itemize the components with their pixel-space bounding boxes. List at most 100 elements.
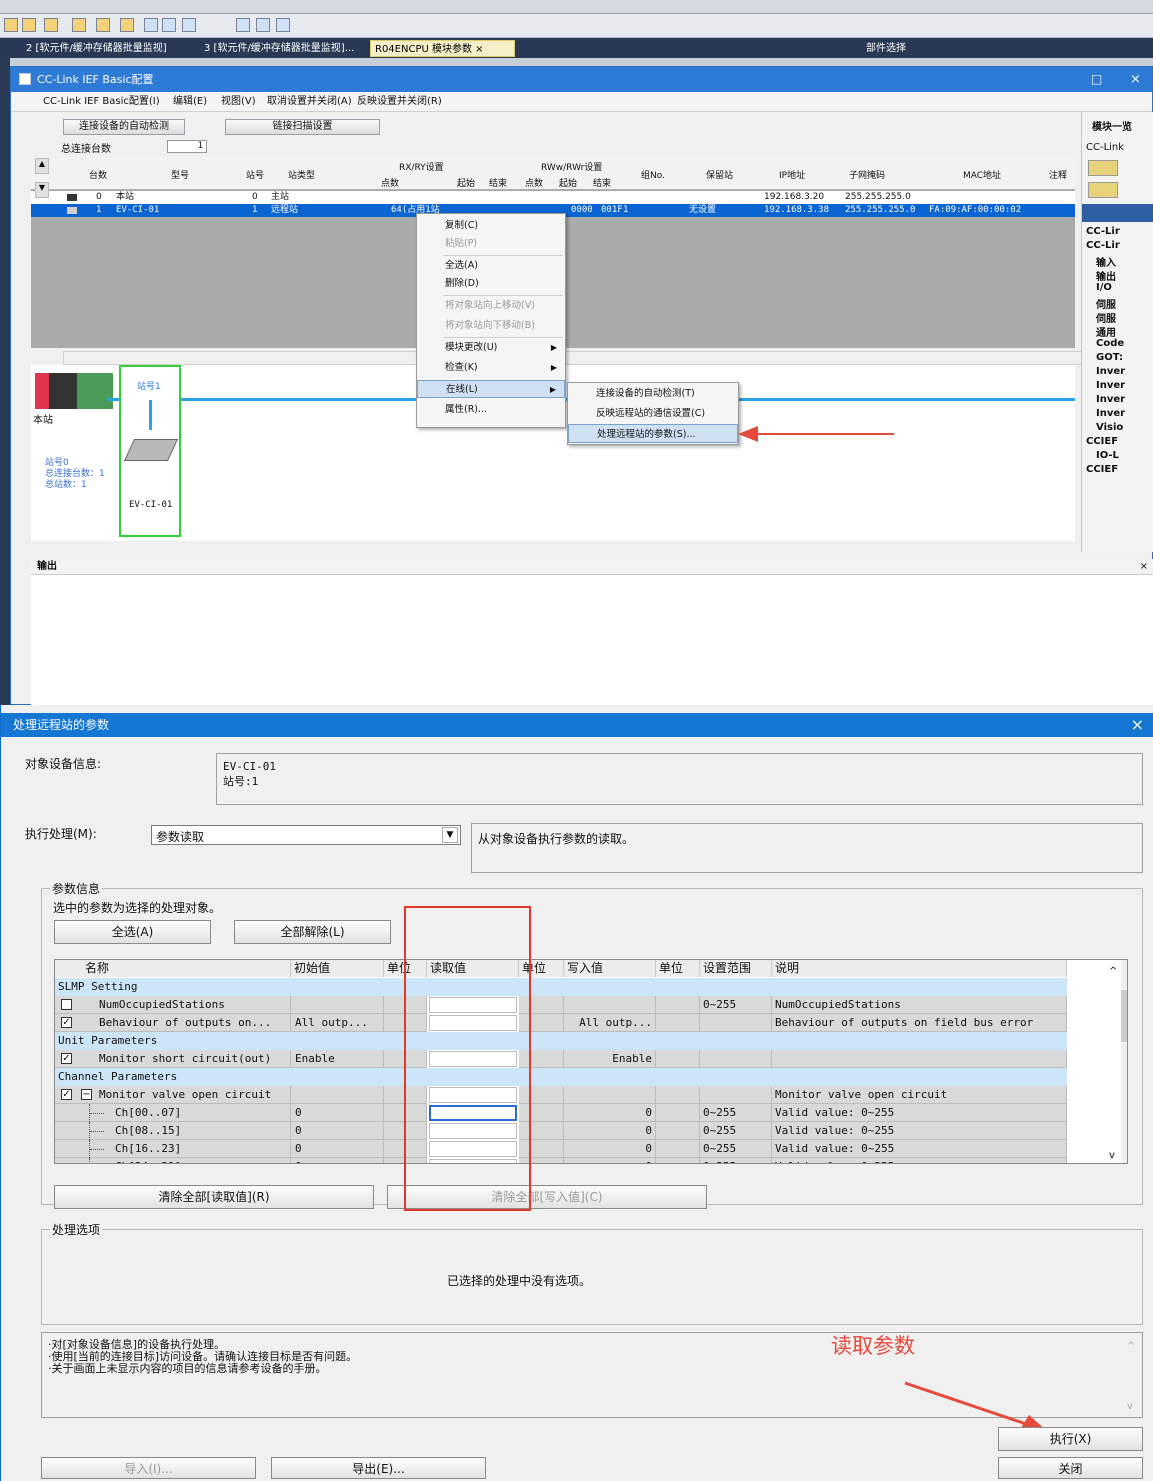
toolbar-icon[interactable] [236, 18, 250, 32]
deselect-all-button[interactable]: 全部解除(L) [234, 920, 391, 944]
table-row[interactable]: ✓ Behaviour of outputs on... All outp... Al… [55, 1014, 1067, 1032]
checkbox-checked[interactable]: ✓ [61, 1017, 72, 1028]
module-tree-item[interactable]: GOT: [1096, 352, 1123, 363]
dialog-close-icon[interactable]: × [1131, 713, 1144, 737]
scroll-up-icon[interactable]: ▲ [35, 158, 49, 174]
table-row[interactable]: Ch[24..31] 0 0 0~255 Valid value: 0~255 [55, 1158, 1067, 1163]
param-initial: 0 [295, 1124, 302, 1137]
toolbar-icon[interactable] [144, 18, 158, 32]
module-tree-item[interactable]: Visio [1096, 422, 1123, 433]
tab-module-parameter[interactable]: R04ENCPU 模块参数 × [370, 40, 515, 57]
module-tree-item[interactable]: Inver [1096, 408, 1125, 419]
chevron-down-icon[interactable]: ▼ [442, 827, 458, 843]
table-row[interactable]: Ch[16..23] 0 0 0~255 Valid value: 0~255 [55, 1140, 1067, 1158]
select-all-button[interactable]: 全选(A) [54, 920, 211, 944]
menu-apply-close[interactable]: 反映设置并关闭(R) [357, 92, 442, 112]
execute-button[interactable]: 执行(X) [998, 1427, 1143, 1451]
module-tree-item[interactable]: 通用 [1096, 324, 1116, 339]
menu-config[interactable]: CC-Link IEF Basic配置(I) [43, 92, 160, 112]
module-tree-item[interactable]: Inver [1096, 366, 1125, 377]
tree-collapse-icon[interactable]: − [81, 1089, 92, 1100]
scroll-down-icon[interactable]: ▼ [35, 182, 49, 198]
scroll-up-icon[interactable]: ^ [1127, 1341, 1135, 1352]
module-tree-item[interactable]: CC-Lir [1086, 240, 1120, 251]
module-tree-item[interactable]: 输出 [1096, 268, 1116, 283]
table-row[interactable]: ✓ Monitor short circuit(out) Enable Enable [55, 1050, 1067, 1068]
export-button[interactable]: 导出(E)... [271, 1457, 486, 1479]
horizontal-scrollbar[interactable] [63, 351, 1088, 365]
import-button[interactable]: 导入(I)... [41, 1457, 256, 1479]
link-scan-button[interactable]: 链接扫描设置 [225, 119, 380, 135]
sort-icon[interactable] [1088, 160, 1118, 176]
menu-item-module-change[interactable]: 模块更改(U) ▶ [417, 339, 565, 357]
module-tree-item[interactable]: CCIEF [1086, 436, 1118, 447]
checkbox-checked[interactable]: ✓ [61, 1089, 72, 1100]
module-tree-item[interactable]: 伺服 [1096, 296, 1116, 311]
tab-device-monitor-2[interactable]: 2 [软元件/缓冲存储器批量监视] [22, 40, 187, 57]
output-close-icon[interactable]: × [1140, 559, 1148, 575]
scroll-thumb[interactable] [1121, 990, 1127, 1042]
module-tree-item[interactable]: IO-L [1096, 450, 1119, 461]
auto-detect-button[interactable]: 连接设备的自动检测 [63, 119, 185, 135]
scroll-up-icon[interactable]: ^ [1109, 966, 1117, 977]
close-button[interactable]: 关闭 [998, 1457, 1143, 1479]
menu-edit[interactable]: 编辑(E) [173, 92, 207, 112]
toolbar-icon[interactable] [182, 18, 196, 32]
exec-process-select[interactable]: 参数读取 ▼ [151, 825, 461, 845]
module-tree-item[interactable]: CCIEF [1086, 464, 1118, 475]
table-row[interactable]: 0 本站 0 主站 192.168.3.20 255.255.255.0 [31, 191, 1075, 204]
table-scrollbar[interactable] [1121, 960, 1127, 1163]
module-tree-item[interactable]: 输入 [1096, 254, 1116, 269]
menu-view[interactable]: 视图(V) [221, 92, 256, 112]
module-tree-item[interactable]: CC-Lir [1086, 226, 1120, 237]
module-tree-item[interactable]: I/O [1096, 282, 1112, 293]
toolbar-icon[interactable] [44, 18, 58, 32]
toolbar-icon[interactable] [22, 18, 36, 32]
submenu-process-params[interactable]: 处理远程站的参数(S)... [568, 424, 738, 443]
scroll-down-icon[interactable]: v [1127, 1401, 1133, 1412]
module-tree-item[interactable]: Code [1096, 338, 1124, 349]
menu-cancel-close[interactable]: 取消设置并关闭(A) [267, 92, 352, 112]
menu-item-delete[interactable]: 删除(D) [417, 275, 565, 293]
menu-item-check[interactable]: 检查(K) ▶ [417, 359, 565, 377]
menu-item-copy[interactable]: 复制(C) [417, 217, 565, 235]
red-arrow-icon [738, 426, 894, 442]
menu-item-move-up[interactable]: 将对象站向上移动(V) [417, 297, 565, 315]
module-tree-item[interactable]: Inver [1096, 380, 1125, 391]
submenu-reflect-comm[interactable]: 反映远程站的通信设置(C) [568, 404, 738, 423]
menu-item-move-down[interactable]: 将对象站向下移动(B) [417, 317, 565, 335]
checkbox[interactable] [61, 999, 72, 1010]
tab-parts-selection[interactable]: 部件选择 [862, 40, 942, 57]
col-model: 型号 [171, 171, 190, 181]
table-row[interactable]: Ch[08..15] 0 0 0~255 Valid value: 0~255 [55, 1122, 1067, 1140]
module-tree-item[interactable]: Inver [1096, 394, 1125, 405]
maximize-button[interactable]: □ [1091, 67, 1102, 92]
station-1-box[interactable]: 站号1 EV-CI-01 [119, 365, 181, 537]
clear-read-button[interactable]: 清除全部[读取值](R) [54, 1185, 374, 1209]
menu-item-select-all[interactable]: 全选(A) [417, 257, 565, 275]
toolbar-icon[interactable] [120, 18, 134, 32]
module-list-tab[interactable]: CC-Link [1086, 142, 1124, 153]
close-button[interactable]: × [1130, 67, 1141, 92]
module-tree-item[interactable]: 伺服 [1096, 310, 1116, 325]
view-icon[interactable] [1088, 182, 1118, 198]
checkbox-checked[interactable]: ✓ [61, 1053, 72, 1064]
menu-item-properties[interactable]: 属性(R)... [417, 401, 565, 419]
tab-device-monitor-3[interactable]: 3 [软元件/缓冲存储器批量监视]... [200, 40, 360, 57]
scroll-down-icon[interactable]: v [1109, 1150, 1115, 1161]
toolbar-icon[interactable] [96, 18, 110, 32]
submenu-auto-detect[interactable]: 连接设备的自动检测(T) [568, 384, 738, 403]
table-row[interactable]: NumOccupiedStations 0~255 NumOccupiedStati… [55, 996, 1067, 1014]
menu-item-online[interactable]: 在线(L) ▶ [417, 380, 565, 398]
toolbar-icon[interactable] [72, 18, 86, 32]
dialog-title: 处理远程站的参数 [13, 718, 110, 732]
search-bar[interactable] [1082, 204, 1153, 222]
toolbar-icon[interactable] [4, 18, 18, 32]
menu-item-paste[interactable]: 粘贴(P) [417, 235, 565, 253]
table-row[interactable]: Ch[00..07] 0 0 0~255 Valid value: 0~255 [55, 1104, 1067, 1122]
table-row[interactable]: ✓ − Monitor valve open circuit Monitor valv… [55, 1086, 1067, 1104]
toolbar-icon[interactable] [256, 18, 270, 32]
toolbar-icon[interactable] [162, 18, 176, 32]
toolbar-icon[interactable] [276, 18, 290, 32]
summary-total-stations: 总站数：1 [45, 480, 87, 490]
